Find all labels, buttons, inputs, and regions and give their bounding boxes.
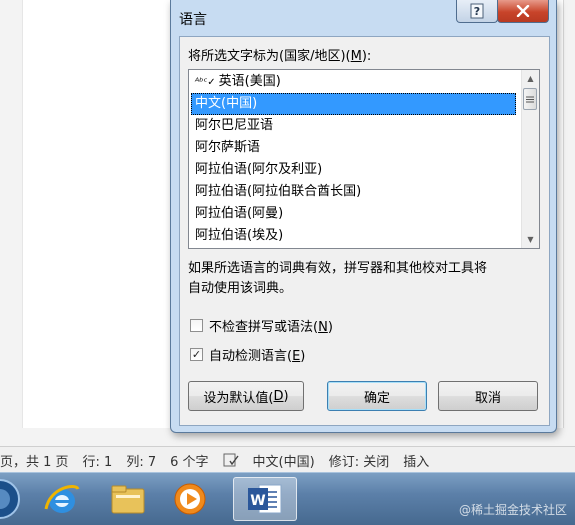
status-bar: 页，共 1 页 行: 1 列: 7 6 个字 中文(中国) 修订: 关闭 插入 (0, 446, 575, 473)
no-check-spelling-checkbox[interactable]: 不检查拼写或语法(N) (190, 316, 333, 335)
status-track-changes[interactable]: 修订: 关闭 (329, 451, 390, 470)
close-button[interactable] (497, 0, 549, 23)
proofing-abc-icon: ᴬᵇᶜ✓ (195, 77, 216, 88)
ok-button[interactable]: 确定 (327, 381, 427, 411)
internet-explorer-icon[interactable] (34, 477, 90, 521)
scroll-down-arrow-icon[interactable]: ▼ (522, 231, 539, 248)
svg-text:?: ? (474, 5, 480, 18)
info-text: 如果所选语言的词典有效，拼写器和其他校对工具将 自动使用该词典。 (188, 261, 488, 296)
help-icon: ? (470, 3, 484, 19)
list-item[interactable]: ᴬᵇᶜ✓ 英语(美国) (191, 71, 516, 93)
status-word-count[interactable]: 6 个字 (170, 451, 208, 470)
close-icon (516, 5, 530, 17)
watermark: @稀土掘金技术社区 (458, 503, 567, 517)
status-language[interactable]: 中文(中国) (253, 451, 315, 470)
checkbox-box[interactable] (190, 319, 203, 332)
file-explorer-icon[interactable] (100, 477, 156, 521)
start-orb-icon[interactable] (0, 477, 28, 521)
status-column[interactable]: 列: 7 (126, 451, 156, 470)
taskbar: W @稀土掘金技术社区 (0, 472, 575, 525)
dialog-title: 语言 (179, 12, 207, 28)
listbox-scrollbar[interactable]: ▲ ▼ (521, 70, 539, 248)
language-listbox[interactable]: ᴬᵇᶜ✓ 英语(美国) 中文(中国) 阿尔巴尼亚语 阿尔萨斯语 阿拉伯语(阿尔及利… (188, 69, 540, 249)
checkmark-icon[interactable]: ✓ (190, 348, 203, 361)
list-item[interactable]: 阿拉伯语(阿拉伯联合酋长国) (191, 181, 516, 203)
list-item[interactable]: 中文(中国) (191, 93, 516, 115)
dialog-titlebar[interactable]: 语言 ? (171, 0, 556, 36)
scroll-thumb[interactable] (523, 88, 537, 110)
set-default-button[interactable]: 设为默认值(D) (188, 381, 304, 411)
help-button[interactable]: ? (456, 0, 498, 23)
media-player-icon[interactable] (162, 477, 218, 521)
list-item[interactable]: 阿尔萨斯语 (191, 137, 516, 159)
cancel-button[interactable]: 取消 (438, 381, 538, 411)
word-icon[interactable]: W (233, 477, 297, 521)
auto-detect-language-checkbox[interactable]: ✓ 自动检测语言(E) (190, 345, 305, 364)
dialog-client: 将所选文字标为(国家/地区)(M): ᴬᵇᶜ✓ 英语(美国) 中文(中国) 阿尔巴… (179, 36, 550, 426)
scroll-up-arrow-icon[interactable]: ▲ (522, 70, 539, 87)
language-dialog: 语言 ? 将所选文字标为(国家/地区)(M): ᴬᵇᶜ✓ 英语(美国) 中文(中国… (170, 0, 557, 433)
list-item[interactable]: 阿尔巴尼亚语 (191, 115, 516, 137)
proofing-status-icon[interactable] (223, 453, 239, 468)
list-item[interactable]: 阿拉伯语(阿曼) (191, 203, 516, 225)
language-list-label: 将所选文字标为(国家/地区)(M): (188, 49, 372, 64)
list-item[interactable]: 阿拉伯语(埃及) (191, 225, 516, 247)
status-page[interactable]: 页，共 1 页 (0, 451, 69, 470)
grip-icon (526, 96, 534, 102)
svg-text:W: W (250, 493, 265, 509)
list-item[interactable]: 阿拉伯语(阿尔及利亚) (191, 159, 516, 181)
status-line[interactable]: 行: 1 (83, 451, 113, 470)
status-insert-mode[interactable]: 插入 (403, 451, 429, 470)
